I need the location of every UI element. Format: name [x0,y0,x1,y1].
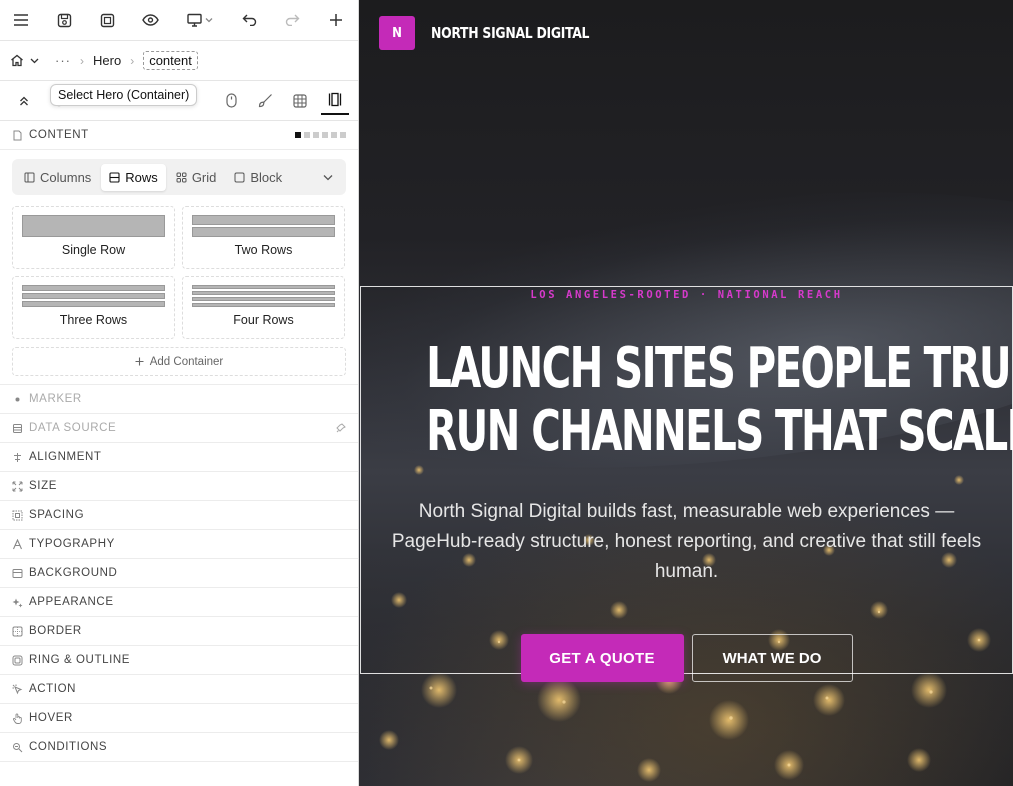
frame-icon[interactable] [96,8,120,32]
get-quote-button[interactable]: GET A QUOTE [520,634,684,682]
section-content[interactable]: CONTENT [0,121,358,150]
row-preview [22,285,165,307]
grid-icon [176,172,187,182]
layout-tab-rows[interactable]: Rows [101,163,166,191]
property-tabs: Select Hero (Container) [0,81,358,121]
section-appearance[interactable]: APPEARANCE [0,588,358,617]
rows-icon [109,171,120,183]
row-option-three[interactable]: Three Rows [12,276,175,339]
section-alignment[interactable]: ALIGNMENT [0,443,358,472]
layout-tab-columns[interactable]: Columns [16,164,99,191]
pin-icon[interactable] [336,423,346,433]
mouse-icon[interactable] [217,87,245,115]
section-hover[interactable]: HOVER [0,704,358,733]
headline-line-1: LAUNCH SITES PEOPLE TRUST. [426,336,1013,401]
section-spacing[interactable]: SPACING [0,501,358,530]
chevron-right-icon: › [80,53,84,68]
add-container-button[interactable]: Add Container [12,347,346,376]
columns-icon [24,172,35,182]
headline-line-2: RUN CHANNELS THAT SCALE. [426,399,1013,464]
hero-headline: LAUNCH SITES PEOPLE TRUST. RUN CHANNELS … [426,336,1013,464]
tooltip: Select Hero (Container) [50,84,198,106]
home-icon [11,54,23,67]
chevron-down-icon [30,58,39,63]
monitor-icon[interactable] [182,8,218,32]
menu-icon[interactable] [9,8,33,32]
database-icon [13,423,22,433]
plus-icon [135,357,144,366]
section-conditions[interactable]: CONDITIONS [0,733,358,762]
document-icon [13,130,22,140]
section-background[interactable]: BACKGROUND [0,559,358,588]
top-toolbar [0,0,358,41]
eye-icon[interactable] [139,8,163,32]
hero-container[interactable]: LOS ANGELES-ROOTED · NATIONAL REACH LAUN… [360,286,1013,682]
hand-pointer-icon [12,712,22,724]
sparkle-icon [12,598,23,607]
row-preview [192,215,335,237]
section-typography[interactable]: TYPOGRAPHY [0,530,358,559]
breadcrumb-hero[interactable]: Hero [93,53,121,68]
typography-icon [12,538,23,549]
chevron-down-icon[interactable] [314,174,342,181]
dot-icon [15,397,20,401]
spacing-icon [12,510,23,520]
page-canvas[interactable]: N NORTH SIGNAL DIGITAL LOS ANGELES-ROOTE… [359,0,1013,786]
chevron-down-icon [205,18,213,23]
hero-cta-group: GET A QUOTE WHAT WE DO [361,634,1012,682]
layout-type-tabs: Columns Rows Grid Block [12,159,346,195]
row-option-two[interactable]: Two Rows [182,206,345,269]
plus-icon[interactable] [324,8,348,32]
site-logo[interactable]: N [379,16,415,50]
brand-name[interactable]: NORTH SIGNAL DIGITAL [431,24,589,42]
conditions-icon [13,742,23,752]
cursor-click-icon [12,684,23,694]
row-option-single[interactable]: Single Row [12,206,175,269]
resize-icon [12,481,23,491]
section-data-source[interactable]: DATA SOURCE [0,414,358,443]
section-size[interactable]: SIZE [0,472,358,501]
step-indicator [295,132,346,138]
breadcrumb: ··· › Hero › content [0,41,358,81]
border-icon [12,626,23,636]
collapse-up-icon[interactable] [10,87,38,115]
content-section-body: Columns Rows Grid Block Single Row Two R… [0,150,358,385]
ring-icon [12,655,23,665]
section-border[interactable]: BORDER [0,617,358,646]
layout-tab-block[interactable]: Block [226,164,290,191]
hero-eyebrow: LOS ANGELES-ROOTED · NATIONAL REACH [530,289,843,301]
row-options: Single Row Two Rows Three Rows Four Rows [12,206,346,339]
background-icon [12,568,23,578]
align-icon [14,452,21,462]
editor-panel: ··· › Hero › content Select Hero (Contai… [0,0,359,786]
square-icon [234,172,245,182]
brush-icon[interactable] [252,87,280,115]
grid-icon[interactable] [286,87,314,115]
row-option-four[interactable]: Four Rows [182,276,345,339]
save-icon[interactable] [52,8,76,32]
section-ring-outline[interactable]: RING & OUTLINE [0,646,358,675]
home-dropdown[interactable] [10,54,39,67]
redo-icon[interactable] [281,8,305,32]
breadcrumb-content[interactable]: content [143,51,198,70]
what-we-do-button[interactable]: WHAT WE DO [691,634,853,682]
row-preview [22,215,165,237]
layout-tab-grid[interactable]: Grid [168,164,225,191]
breadcrumb-ellipsis[interactable]: ··· [55,53,71,68]
chevron-right-icon: › [130,53,135,68]
undo-icon[interactable] [237,8,261,32]
section-label: CONTENT [29,129,89,141]
row-preview [192,285,335,307]
section-marker[interactable]: MARKER [0,385,358,414]
hero-subtext: North Signal Digital builds fast, measur… [391,501,982,582]
tab-container-icon[interactable] [320,87,349,115]
site-header: N NORTH SIGNAL DIGITAL [359,0,1013,66]
section-action[interactable]: ACTION [0,675,358,704]
